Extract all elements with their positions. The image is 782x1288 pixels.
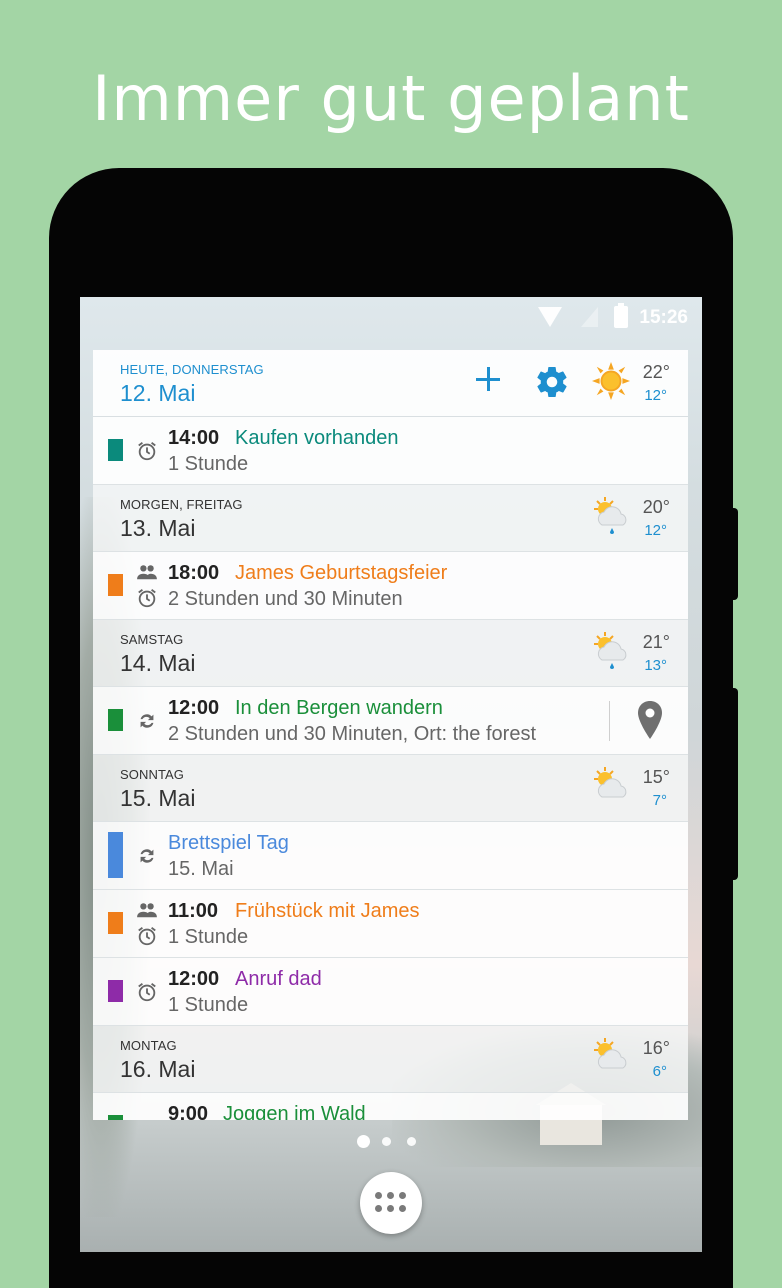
event-title: Brettspiel Tag xyxy=(168,832,289,854)
day-label: MORGEN, FREITAG xyxy=(120,497,243,512)
page-dot[interactable] xyxy=(382,1137,391,1146)
day-temp-high: 16° xyxy=(642,1038,670,1058)
day-date: 15. Mai xyxy=(120,785,196,811)
day-temp-high: 20° xyxy=(642,497,670,517)
event-subtitle: 2 Stunden und 30 Minuten xyxy=(168,588,403,610)
event-time: 14:00 xyxy=(168,427,220,449)
sun-cloud-rain-icon xyxy=(594,497,627,534)
location-pin-icon[interactable] xyxy=(638,701,662,739)
settings-gear-icon[interactable] xyxy=(534,364,570,400)
day-label: MONTAG xyxy=(120,1038,177,1053)
event-color-bar xyxy=(108,439,123,461)
today-temp-low: 12° xyxy=(644,387,667,404)
event-time: 12:00 xyxy=(168,697,220,719)
day-date: 13. Mai xyxy=(120,515,196,541)
alarm-icon xyxy=(138,927,156,946)
repeat-icon xyxy=(140,849,154,863)
repeat-icon xyxy=(140,714,154,728)
status-time: 15:26 xyxy=(639,307,688,328)
day-temp-low: 6° xyxy=(652,1063,667,1080)
sun-cloud-rain-icon xyxy=(594,632,627,669)
calendar-widget: HEUTE, DONNERSTAG 12. Mai 22° 12° 14:00 … xyxy=(93,350,688,1120)
volume-button xyxy=(730,508,738,600)
day-temp-low: 13° xyxy=(644,657,667,674)
event-row[interactable]: 14:00 Kaufen vorhanden 1 Stunde xyxy=(93,417,688,485)
page-indicator xyxy=(357,1134,427,1148)
event-title: Kaufen vorhanden xyxy=(235,427,399,449)
day-temp-high: 21° xyxy=(642,632,670,652)
sun-icon xyxy=(592,362,630,400)
day-header[interactable]: MONTAG 16. Mai 16° 6° xyxy=(93,1026,688,1093)
sun-cloud-icon xyxy=(594,1038,627,1069)
people-icon xyxy=(137,565,157,580)
event-color-bar xyxy=(108,980,123,1002)
event-title: In den Bergen wandern xyxy=(235,697,443,719)
event-color-bar xyxy=(108,574,123,596)
page-dot-active[interactable] xyxy=(357,1135,370,1148)
widget-header[interactable]: HEUTE, DONNERSTAG 12. Mai 22° 12° xyxy=(93,350,688,417)
home-screen: 15:26 HEUTE, DONNERSTAG 12. Mai 22° 12° xyxy=(80,297,702,1252)
event-subtitle: 2 Stunden und 30 Minuten, Ort: the fores… xyxy=(168,723,537,745)
day-label: SONNTAG xyxy=(120,767,185,782)
day-label: SAMSTAG xyxy=(120,632,184,647)
event-color-bar xyxy=(108,709,123,731)
alarm-icon xyxy=(138,589,156,608)
event-time: 9:00 xyxy=(168,1103,209,1120)
alarm-icon xyxy=(138,442,156,461)
event-title: Frühstück mit James xyxy=(235,900,420,922)
add-event-button[interactable] xyxy=(473,364,503,394)
event-title: James Geburtstagsfeier xyxy=(235,562,448,584)
event-color-bar xyxy=(108,912,123,934)
event-row[interactable]: 12:00 Anruf dad 1 Stunde xyxy=(93,958,688,1026)
day-temp-low: 12° xyxy=(644,522,667,539)
day-temp-high: 15° xyxy=(642,767,670,787)
event-time: 18:00 xyxy=(168,562,220,584)
wifi-icon xyxy=(538,307,562,327)
event-title: Anruf dad xyxy=(235,968,322,990)
app-drawer-button[interactable] xyxy=(360,1172,422,1234)
event-color-bar xyxy=(108,832,123,878)
event-time: 11:00 xyxy=(168,900,219,922)
people-icon xyxy=(137,903,157,918)
event-subtitle: 15. Mai xyxy=(168,858,234,880)
today-temp-high: 22° xyxy=(642,362,670,382)
power-button xyxy=(730,688,738,880)
alarm-icon xyxy=(138,983,156,1002)
event-subtitle: 1 Stunde xyxy=(168,453,249,475)
sun-cloud-icon xyxy=(594,767,627,798)
day-date: 14. Mai xyxy=(120,650,196,676)
event-row[interactable]: Brettspiel Tag 15. Mai xyxy=(93,822,688,890)
event-color-bar xyxy=(108,1115,123,1120)
status-bar: 15:26 xyxy=(80,297,702,339)
event-subtitle: 1 Stunde xyxy=(168,994,249,1016)
event-time: 12:00 xyxy=(168,968,220,990)
repeat-icon xyxy=(136,1116,158,1120)
divider xyxy=(609,701,610,741)
day-temp-low: 7° xyxy=(652,792,667,809)
event-title: Joggen im Wald xyxy=(223,1103,366,1120)
signal-icon xyxy=(581,307,598,327)
event-row[interactable]: 12:00 In den Bergen wandern 2 Stunden un… xyxy=(93,687,688,755)
battery-icon xyxy=(614,303,628,328)
today-label: HEUTE, DONNERSTAG xyxy=(120,362,264,377)
day-header[interactable]: SAMSTAG 14. Mai 21° 13° xyxy=(93,620,688,687)
event-row[interactable]: 18:00 James Geburtstagsfeier 2 Stunden u… xyxy=(93,552,688,620)
day-header[interactable]: MORGEN, FREITAG 13. Mai 20° 12° xyxy=(93,485,688,552)
page-dot[interactable] xyxy=(407,1137,416,1146)
event-row[interactable]: 11:00 Frühstück mit James 1 Stunde xyxy=(93,890,688,958)
event-row[interactable]: 9:00 Joggen im Wald xyxy=(93,1093,688,1120)
event-subtitle: 1 Stunde xyxy=(168,926,249,948)
day-header[interactable]: SONNTAG 15. Mai 15° 7° xyxy=(93,755,688,822)
today-date: 12. Mai xyxy=(120,380,196,406)
headline: Immer gut geplant xyxy=(92,62,690,135)
day-date: 16. Mai xyxy=(120,1056,196,1082)
